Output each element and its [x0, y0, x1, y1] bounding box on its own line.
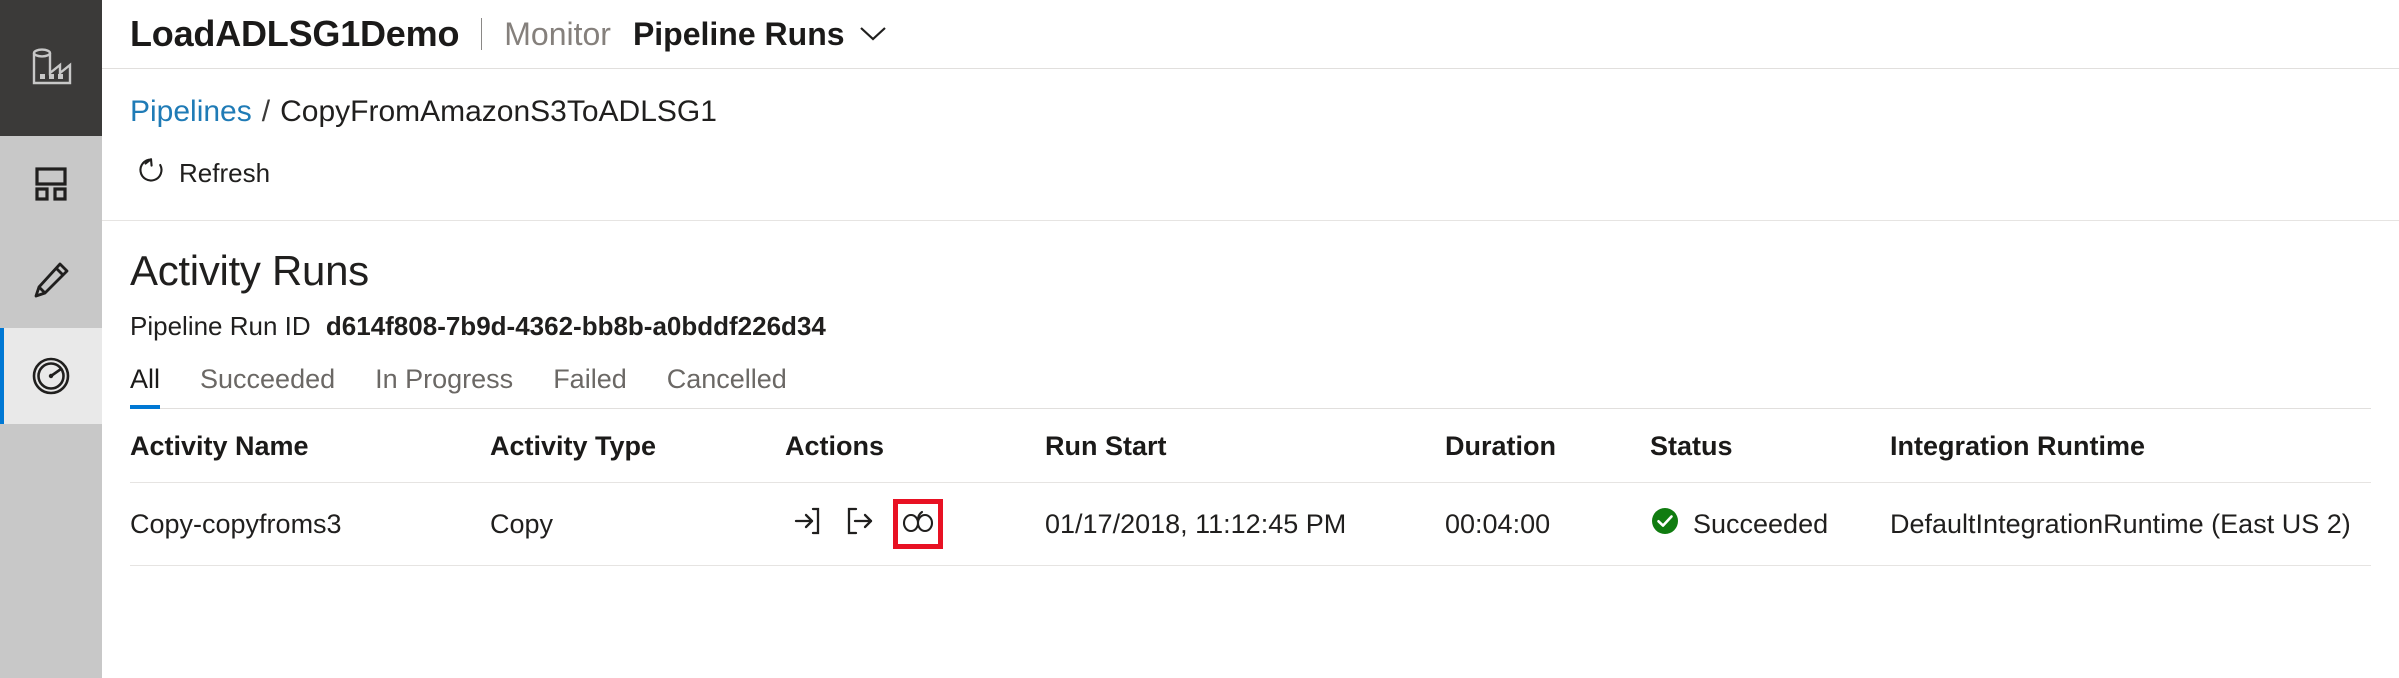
- tab-cancelled-label: Cancelled: [666, 364, 787, 394]
- tab-failed-label: Failed: [553, 364, 627, 394]
- view-output-button[interactable]: [839, 503, 881, 545]
- tab-succeeded-label: Succeeded: [200, 364, 336, 394]
- tab-in-progress-label: In Progress: [375, 364, 514, 394]
- status-filter-tabs: All Succeeded In Progress Failed Cancell…: [130, 364, 2399, 409]
- breadcrumb: Pipelines / CopyFromAmazonS3ToADLSG1: [102, 69, 2399, 129]
- table-header: Activity Name Activity Type Actions Run …: [130, 409, 2371, 483]
- cell-integration-runtime: DefaultIntegrationRuntime (East US 2): [1890, 482, 2371, 566]
- activity-runs-panel: Activity Runs Pipeline Run ID d614f808-7…: [102, 221, 2399, 678]
- pipeline-run-id: Pipeline Run ID d614f808-7b9d-4362-bb8b-…: [130, 311, 2399, 342]
- tab-all-label: All: [130, 364, 161, 394]
- tab-all[interactable]: All: [130, 364, 161, 409]
- breadcrumb-separator: /: [261, 95, 271, 128]
- column-header-actions: Actions: [785, 409, 1045, 483]
- table-row[interactable]: Copy-copyfroms3 Copy 01/17/2018, 11:12:4…: [130, 482, 2371, 566]
- table-header-row: Activity Name Activity Type Actions Run …: [130, 409, 2371, 483]
- table-body: Copy-copyfroms3 Copy 01/17/2018, 11:12:4…: [130, 482, 2371, 566]
- home-icon: [29, 162, 73, 206]
- row-action-buttons: [785, 499, 1045, 549]
- refresh-label: Refresh: [179, 158, 271, 188]
- pencil-icon: [29, 258, 73, 302]
- header-divider: [481, 18, 483, 50]
- sidebar-item-home[interactable]: [0, 136, 102, 232]
- column-header-activity-type[interactable]: Activity Type: [490, 409, 785, 483]
- refresh-button[interactable]: Refresh: [130, 151, 276, 196]
- cell-run-start: 01/17/2018, 11:12:45 PM: [1045, 482, 1445, 566]
- app-root: LoadADLSG1Demo Monitor Pipeline Runs Pip…: [0, 0, 2399, 678]
- cell-activity-name: Copy-copyfroms3: [130, 482, 490, 566]
- main-area: LoadADLSG1Demo Monitor Pipeline Runs Pip…: [102, 0, 2399, 678]
- tab-cancelled[interactable]: Cancelled: [667, 364, 787, 409]
- page-title: Pipeline Runs: [632, 15, 845, 52]
- status-label: Succeeded: [1693, 508, 1829, 539]
- view-details-button[interactable]: [893, 499, 943, 549]
- tab-in-progress[interactable]: In Progress: [375, 364, 513, 409]
- cell-actions: [785, 482, 1045, 566]
- breadcrumb-pipelines-link[interactable]: Pipelines: [130, 95, 252, 129]
- factory-icon: [26, 43, 76, 93]
- column-header-run-start[interactable]: Run Start: [1045, 409, 1445, 483]
- left-nav-rail: [0, 0, 102, 678]
- sidebar-item-monitor[interactable]: [0, 328, 102, 424]
- cell-activity-type: Copy: [490, 482, 785, 566]
- breadcrumb-current: CopyFromAmazonS3ToADLSG1: [280, 95, 717, 128]
- chevron-down-icon: [859, 25, 887, 43]
- page-section-title: Activity Runs: [130, 247, 369, 294]
- factory-logo[interactable]: [0, 0, 102, 136]
- success-check-icon: [1650, 506, 1680, 543]
- sidebar-item-author[interactable]: [0, 232, 102, 328]
- cell-duration: 00:04:00: [1445, 482, 1650, 566]
- gauge-icon: [27, 352, 75, 400]
- column-header-activity-name[interactable]: Activity Name: [130, 409, 490, 483]
- status-badge: Succeeded: [1650, 506, 1890, 543]
- tab-succeeded[interactable]: Succeeded: [200, 364, 335, 409]
- page-selector[interactable]: Pipeline Runs: [633, 16, 887, 53]
- toolbar: Refresh: [102, 129, 2399, 196]
- factory-name: LoadADLSG1Demo: [130, 13, 460, 54]
- pipeline-run-id-value: d614f808-7b9d-4362-bb8b-a0bddf226d34: [325, 311, 826, 341]
- app-header: LoadADLSG1Demo Monitor Pipeline Runs: [102, 0, 2399, 68]
- pipeline-run-id-label: Pipeline Run ID: [130, 311, 311, 341]
- view-input-button[interactable]: [785, 503, 827, 545]
- column-header-integration-runtime[interactable]: Integration Runtime: [1890, 409, 2371, 483]
- activity-runs-table: Activity Name Activity Type Actions Run …: [130, 409, 2371, 566]
- tab-failed[interactable]: Failed: [553, 364, 627, 409]
- column-header-duration[interactable]: Duration: [1445, 409, 1650, 483]
- glasses-details-icon: [901, 508, 935, 541]
- refresh-icon: [136, 155, 166, 192]
- input-arrow-icon: [789, 504, 823, 545]
- output-arrow-icon: [843, 504, 877, 545]
- header-section-label: Monitor: [504, 15, 611, 52]
- cell-status: Succeeded: [1650, 482, 1890, 566]
- column-header-status[interactable]: Status: [1650, 409, 1890, 483]
